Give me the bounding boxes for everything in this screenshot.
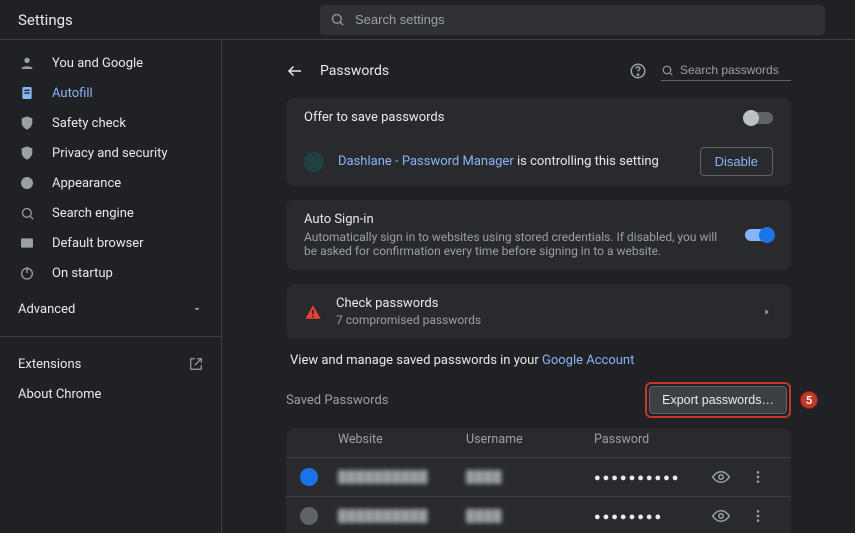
- password-mask: ●●●●●●●●●●: [594, 471, 704, 484]
- auto-signin-label: Auto Sign-in: [304, 212, 733, 227]
- sidebar-item-label: Search engine: [52, 206, 134, 221]
- sidebar-item-autofill[interactable]: Autofill: [0, 78, 221, 108]
- sidebar-item-safety-check[interactable]: Safety check: [0, 108, 221, 138]
- advanced-label: Advanced: [18, 302, 75, 317]
- sidebar-advanced-toggle[interactable]: Advanced: [0, 294, 221, 324]
- more-icon[interactable]: [750, 508, 780, 524]
- search-settings-input[interactable]: [355, 12, 815, 27]
- page-title: Settings: [0, 11, 320, 29]
- controller-text: Dashlane - Password Manager is controlli…: [338, 154, 686, 169]
- search-icon: [330, 12, 345, 27]
- sidebar-item-default-browser[interactable]: Default browser: [0, 228, 221, 258]
- sidebar-item-label: About Chrome: [18, 387, 101, 402]
- user-cell: ████: [466, 470, 586, 484]
- sidebar: You and Google Autofill Safety check Pri…: [0, 40, 222, 533]
- chevron-down-icon: [191, 303, 203, 315]
- sidebar-item-label: Appearance: [52, 176, 121, 191]
- auto-signin-desc: Automatically sign in to websites using …: [304, 230, 733, 258]
- check-passwords-desc: 7 compromised passwords: [336, 313, 747, 327]
- check-passwords-label: Check passwords: [336, 296, 747, 311]
- shield-icon: [18, 145, 36, 161]
- sidebar-item-label: Autofill: [52, 86, 93, 101]
- sidebar-item-search-engine[interactable]: Search engine: [0, 198, 221, 228]
- controller-link[interactable]: Dashlane - Password Manager: [338, 154, 514, 169]
- site-cell[interactable]: ██████████: [338, 470, 458, 484]
- search-icon: [18, 206, 36, 221]
- site-favicon: [300, 507, 318, 525]
- extension-icon: [304, 152, 324, 172]
- browser-icon: [18, 235, 36, 251]
- show-password-icon[interactable]: [712, 507, 742, 525]
- search-passwords-box[interactable]: [661, 61, 791, 81]
- sidebar-item-label: You and Google: [52, 56, 143, 71]
- table-row: ██████████ ████ ●●●●●●●●●●: [286, 457, 791, 496]
- autofill-icon: [18, 85, 36, 101]
- export-highlight: Export passwords… 5: [645, 382, 791, 418]
- chevron-right-icon: [761, 306, 773, 318]
- show-password-icon[interactable]: [712, 468, 742, 486]
- sidebar-item-label: Safety check: [52, 116, 126, 131]
- col-password: Password: [594, 432, 704, 447]
- col-website: Website: [338, 432, 458, 447]
- sidebar-item-label: On startup: [52, 266, 113, 281]
- sidebar-item-on-startup[interactable]: On startup: [0, 258, 221, 288]
- shield-check-icon: [18, 115, 36, 131]
- search-icon: [661, 64, 674, 77]
- sidebar-item-appearance[interactable]: Appearance: [0, 168, 221, 198]
- sidebar-item-label: Privacy and security: [52, 146, 168, 161]
- col-username: Username: [466, 432, 586, 447]
- sidebar-item-privacy[interactable]: Privacy and security: [0, 138, 221, 168]
- search-passwords-input[interactable]: [680, 63, 791, 77]
- help-icon[interactable]: [629, 62, 647, 80]
- manage-passwords-text: View and manage saved passwords in your …: [286, 353, 791, 378]
- search-settings-box[interactable]: [320, 5, 825, 35]
- divider: [0, 336, 221, 337]
- external-link-icon: [189, 357, 203, 371]
- step-badge: 5: [800, 391, 818, 409]
- table-row: ██████████ ████ ●●●●●●●●: [286, 496, 791, 533]
- palette-icon: [18, 175, 36, 191]
- site-favicon: [300, 468, 318, 486]
- disable-button[interactable]: Disable: [700, 147, 773, 176]
- power-icon: [18, 265, 36, 281]
- google-account-link[interactable]: Google Account: [542, 353, 634, 368]
- warning-icon: [304, 303, 322, 321]
- sidebar-item-about-chrome[interactable]: About Chrome: [0, 379, 221, 409]
- saved-passwords-label: Saved Passwords: [286, 393, 389, 408]
- back-button[interactable]: [286, 62, 306, 80]
- site-cell[interactable]: ██████████: [338, 509, 458, 523]
- more-icon[interactable]: [750, 469, 780, 485]
- sidebar-item-extensions[interactable]: Extensions: [0, 349, 221, 379]
- offer-to-save-toggle[interactable]: [745, 112, 773, 124]
- offer-to-save-label: Offer to save passwords: [304, 110, 733, 125]
- section-title: Passwords: [320, 63, 615, 79]
- user-cell: ████: [466, 509, 586, 523]
- sidebar-item-you-and-google[interactable]: You and Google: [0, 48, 221, 78]
- auto-signin-toggle[interactable]: [745, 229, 773, 241]
- person-icon: [18, 55, 36, 71]
- sidebar-item-label: Default browser: [52, 236, 144, 251]
- password-mask: ●●●●●●●●: [594, 510, 704, 523]
- check-passwords-row[interactable]: Check passwords 7 compromised passwords: [286, 284, 791, 339]
- sidebar-item-label: Extensions: [18, 357, 81, 372]
- export-passwords-button[interactable]: Export passwords…: [649, 386, 787, 414]
